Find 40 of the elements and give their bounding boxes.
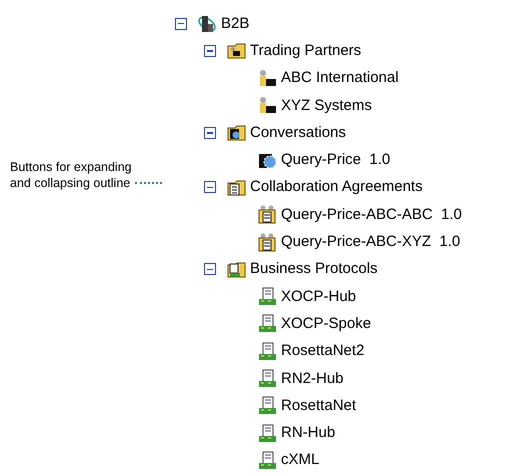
tree-item[interactable]: Trading Partners [250, 42, 362, 60]
protocol-document-icon [258, 424, 277, 443]
protocol-document-icon [258, 314, 277, 334]
person-briefcase-icon [258, 68, 277, 88]
tree-item[interactable]: RosettaNet [281, 396, 356, 415]
collapse-button[interactable] [204, 181, 216, 194]
tree-item[interactable]: Query-Price 1.0 [281, 151, 390, 170]
collapse-button[interactable] [204, 44, 216, 57]
tree-item[interactable]: Business Protocols [250, 260, 378, 278]
tree-item[interactable]: ABC International [281, 69, 399, 88]
tree-item[interactable]: B2B [221, 14, 250, 33]
callout-text: Buttons for expanding and collapsing outline [10, 159, 132, 191]
tree-item[interactable]: Query-Price-ABC-ABC 1.0 [281, 206, 462, 224]
folder-icon [227, 41, 246, 60]
document-pair-icon [258, 205, 277, 224]
folder-icon [227, 260, 246, 279]
tree-item[interactable]: RN-Hub [281, 424, 336, 442]
tree-item[interactable]: Collaboration Agreements [250, 178, 423, 196]
tree-item[interactable]: XYZ Systems [281, 96, 372, 115]
tree-item[interactable]: cXML [281, 451, 320, 470]
person-briefcase-icon [258, 96, 277, 116]
server-icon [198, 14, 217, 34]
tree-item[interactable]: RosettaNet2 [281, 342, 364, 360]
collapse-button[interactable] [204, 263, 216, 276]
leader-line [134, 182, 162, 184]
protocol-document-icon [258, 369, 277, 388]
collapse-button[interactable] [175, 18, 187, 30]
collapse-button[interactable] [204, 126, 216, 139]
tree-item[interactable]: RN2-Hub [281, 370, 344, 388]
tree-item[interactable]: XOCP-Spoke [281, 314, 372, 333]
protocol-document-icon [258, 287, 277, 306]
folder-icon [227, 178, 246, 197]
tree-item[interactable]: XOCP-Hub [281, 288, 356, 306]
tree-item[interactable]: Conversations [250, 124, 346, 142]
tree-item[interactable]: Query-Price-ABC-XYZ 1.0 [281, 233, 460, 252]
protocol-document-icon [258, 450, 277, 470]
protocol-document-icon [258, 396, 277, 416]
document-pair-icon [258, 232, 277, 252]
protocol-document-icon [258, 342, 277, 361]
folder-icon [227, 123, 246, 142]
